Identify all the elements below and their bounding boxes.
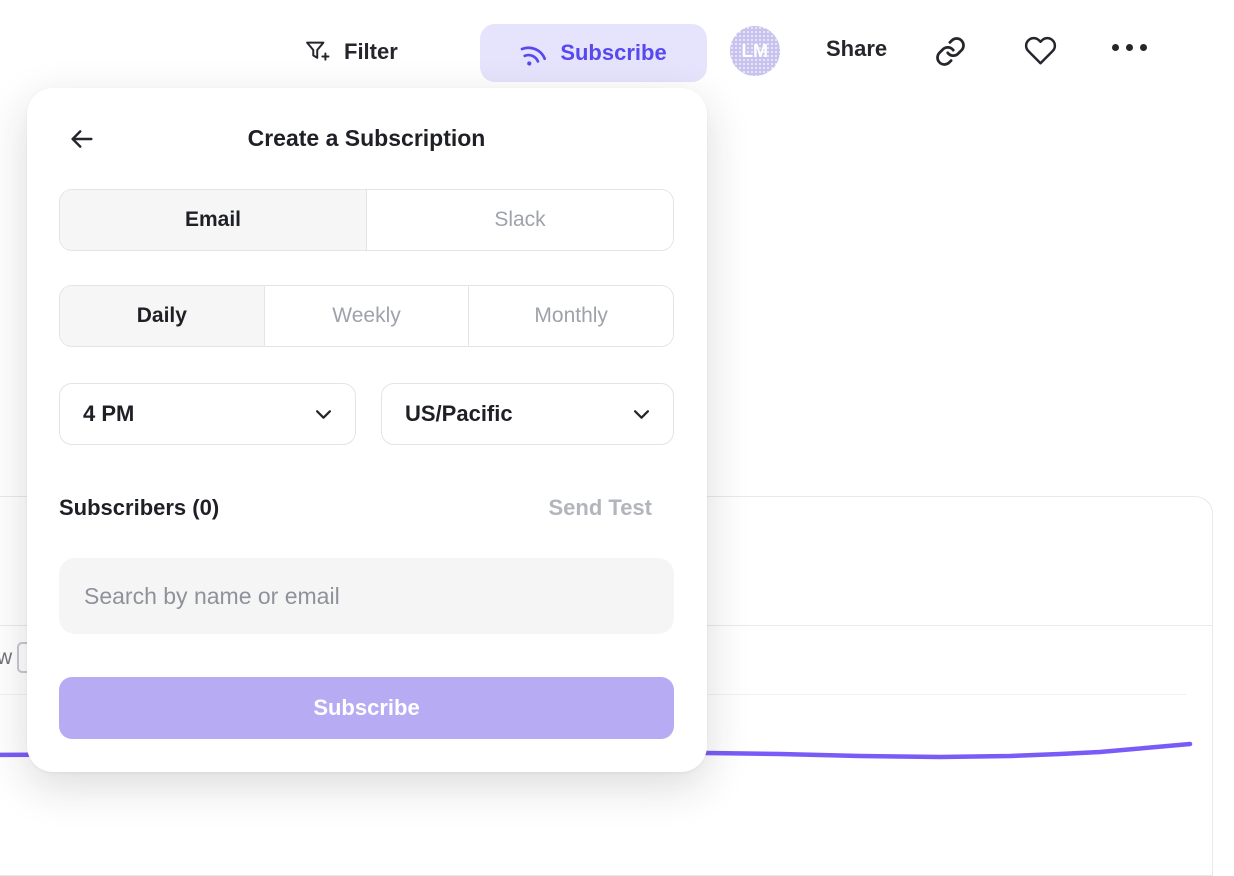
ellipsis-icon <box>1112 44 1147 51</box>
share-label: Share <box>826 36 887 62</box>
tab-email[interactable]: Email <box>60 190 366 250</box>
subscribe-submit-button[interactable]: Subscribe <box>59 677 674 739</box>
time-select-value: 4 PM <box>83 401 134 427</box>
chevron-down-icon <box>315 409 332 420</box>
share-button[interactable]: Share <box>826 36 887 62</box>
filter-button[interactable]: Filter <box>303 30 398 74</box>
modal-title: Create a Subscription <box>248 125 486 152</box>
tab-slack[interactable]: Slack <box>366 190 673 250</box>
subscribers-label: Subscribers (0) <box>59 495 219 521</box>
subscribe-toolbar-label: Subscribe <box>560 40 666 66</box>
heart-icon <box>1023 34 1058 67</box>
more-menu-button[interactable] <box>1112 44 1147 51</box>
subscribers-row: Subscribers (0) Send Test <box>59 494 674 522</box>
send-test-button[interactable]: Send Test <box>548 495 652 521</box>
create-subscription-modal: Create a Subscription Email Slack Daily … <box>27 88 707 772</box>
chevron-down-icon <box>633 409 650 420</box>
frequency-tab-group: Daily Weekly Monthly <box>59 285 674 347</box>
tab-weekly[interactable]: Weekly <box>264 286 469 346</box>
link-icon <box>934 35 967 68</box>
subscribe-toolbar-button[interactable]: Subscribe <box>480 24 707 82</box>
avatar-initials: LM <box>742 41 769 62</box>
schedule-row: 4 PM US/Pacific <box>59 383 674 445</box>
subscriber-search-input[interactable] <box>59 558 674 634</box>
channel-tab-group: Email Slack <box>59 189 674 251</box>
tab-monthly[interactable]: Monthly <box>468 286 673 346</box>
timezone-select[interactable]: US/Pacific <box>381 383 674 445</box>
arrow-left-icon <box>66 125 98 153</box>
avatar[interactable]: LM <box>730 26 780 76</box>
time-select[interactable]: 4 PM <box>59 383 356 445</box>
rss-icon <box>516 35 551 70</box>
filter-plus-icon <box>303 38 331 66</box>
filter-label: Filter <box>344 39 398 65</box>
copy-link-button[interactable] <box>934 35 967 68</box>
back-button[interactable] <box>66 123 102 155</box>
modal-header: Create a Subscription <box>59 88 674 189</box>
timezone-select-value: US/Pacific <box>405 401 513 427</box>
tab-daily[interactable]: Daily <box>60 286 264 346</box>
favorite-button[interactable] <box>1023 34 1058 67</box>
partial-row-text: w <box>0 646 12 670</box>
